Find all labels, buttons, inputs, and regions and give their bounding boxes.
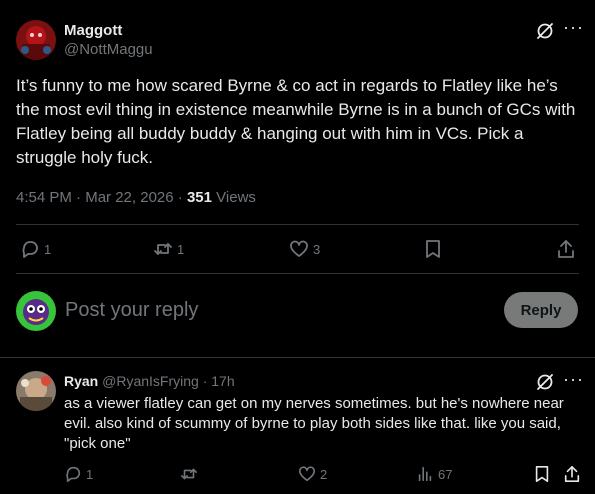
heart-icon	[298, 466, 316, 482]
reply-icon	[22, 241, 38, 258]
bookmark-icon	[535, 465, 549, 483]
divider	[16, 224, 579, 225]
repost-icon	[154, 243, 172, 255]
reply-icon	[66, 466, 81, 483]
author-handle[interactable]: @NottMaggu	[64, 41, 153, 58]
more-icon[interactable]: ···	[563, 370, 584, 388]
share-action[interactable]	[563, 465, 581, 483]
reply-count: 1	[44, 241, 52, 257]
meta-separator: ·	[76, 189, 82, 206]
grok-icon[interactable]	[535, 21, 555, 46]
more-icon[interactable]: ···	[563, 18, 584, 36]
repost-action[interactable]: 1	[153, 239, 184, 259]
reply-author-name[interactable]: Ryan	[64, 373, 98, 389]
share-icon	[558, 240, 574, 258]
reply-action[interactable]: 1	[64, 465, 93, 483]
author-avatar[interactable]	[16, 20, 56, 60]
divider	[16, 273, 579, 274]
reply-count: 1	[86, 466, 94, 482]
views-label: Views	[216, 189, 256, 206]
reply-input[interactable]: Post your reply	[65, 299, 198, 322]
views-action[interactable]: 67	[416, 465, 452, 483]
share-action[interactable]	[556, 239, 576, 259]
reply-author-avatar[interactable]	[16, 371, 56, 411]
share-icon	[564, 465, 580, 483]
post-meta: 4:54 PM · Mar 22, 2026 · 351 Views	[16, 189, 256, 206]
like-action[interactable]: 2	[298, 465, 327, 483]
user-avatar	[16, 291, 56, 331]
like-action[interactable]: 3	[289, 239, 320, 259]
reply-button[interactable]: Reply	[504, 292, 578, 328]
views-count: 351	[186, 189, 212, 206]
views-icon	[418, 466, 432, 482]
like-count: 3	[313, 241, 321, 257]
section-divider	[0, 357, 595, 358]
meta-separator: ·	[177, 189, 183, 206]
reply-age[interactable]: 17h	[211, 373, 234, 389]
bookmark-icon	[426, 240, 440, 258]
reply-author-handle[interactable]: @RyanIsFrying	[102, 373, 199, 389]
meta-separator: ·	[202, 373, 208, 389]
repost-action[interactable]	[180, 465, 198, 483]
repost-icon	[180, 468, 198, 480]
bookmark-action[interactable]	[533, 465, 551, 483]
author-name[interactable]: Maggott	[64, 22, 122, 39]
bookmark-action[interactable]	[423, 239, 443, 259]
reply-action[interactable]: 1	[20, 239, 51, 259]
repost-count: 1	[177, 241, 185, 257]
views-count: 67	[438, 466, 453, 482]
post-date[interactable]: Mar 22, 2026	[85, 189, 173, 206]
heart-icon	[290, 240, 308, 257]
reply-text: as a viewer flatley can get on my nerves…	[64, 395, 564, 452]
like-count: 2	[320, 466, 328, 482]
reply-header: Ryan @RyanIsFrying · 17h	[64, 373, 235, 389]
post-time[interactable]: 4:54 PM	[16, 189, 72, 206]
post-text: It’s funny to me how scared Byrne & co a…	[16, 76, 576, 167]
